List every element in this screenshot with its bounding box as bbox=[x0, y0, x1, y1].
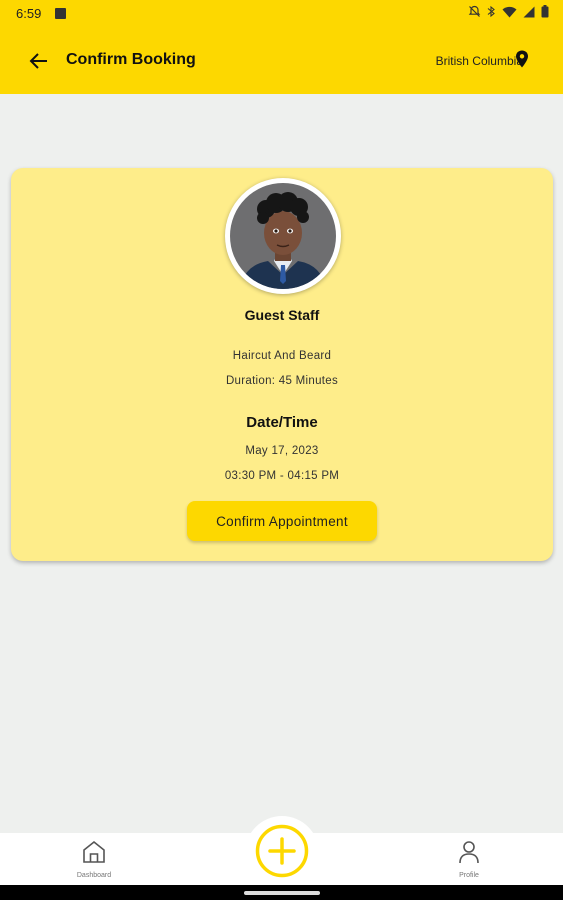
person-icon bbox=[459, 841, 479, 864]
status-time: 6:59 bbox=[16, 6, 42, 21]
app-bar: Confirm Booking British Columbia bbox=[0, 28, 563, 94]
staff-avatar-image bbox=[230, 183, 336, 289]
image-icon bbox=[55, 8, 66, 19]
service-duration: Duration: 45 Minutes bbox=[225, 375, 339, 387]
nav-profile-label: Profile bbox=[459, 872, 479, 879]
plus-circle-icon[interactable] bbox=[255, 824, 309, 878]
appointment-time: 03:30 PM - 04:15 PM bbox=[224, 470, 340, 482]
avatar bbox=[225, 178, 341, 294]
datetime-heading: Date/Time bbox=[246, 414, 318, 431]
booking-card: Guest Staff Haircut And Beard Duration: … bbox=[11, 168, 553, 561]
nav-dashboard-label: Dashboard bbox=[76, 872, 112, 879]
location-label[interactable]: British Columbia bbox=[436, 54, 523, 68]
nav-profile[interactable]: Profile bbox=[439, 839, 499, 879]
signal-icon bbox=[523, 6, 535, 17]
map-pin-icon[interactable] bbox=[515, 50, 529, 68]
wifi-icon bbox=[502, 6, 517, 17]
battery-icon bbox=[541, 5, 549, 18]
appointment-date: May 17, 2023 bbox=[245, 445, 319, 457]
confirm-appointment-button[interactable]: Confirm Appointment bbox=[187, 501, 377, 541]
staff-name: Guest Staff bbox=[244, 307, 320, 323]
service-name: Haircut And Beard bbox=[232, 350, 332, 362]
status-icons bbox=[468, 5, 549, 18]
home-gesture-handle[interactable] bbox=[244, 891, 320, 895]
status-bar: 6:59 bbox=[0, 0, 563, 28]
page-title: Confirm Booking bbox=[66, 51, 196, 68]
bluetooth-icon bbox=[487, 5, 495, 18]
notifications-off-icon bbox=[468, 5, 481, 17]
add-button-container bbox=[245, 816, 319, 890]
home-icon bbox=[83, 840, 105, 863]
nav-dashboard[interactable]: Dashboard bbox=[64, 839, 124, 879]
arrow-left-icon[interactable] bbox=[26, 48, 52, 74]
